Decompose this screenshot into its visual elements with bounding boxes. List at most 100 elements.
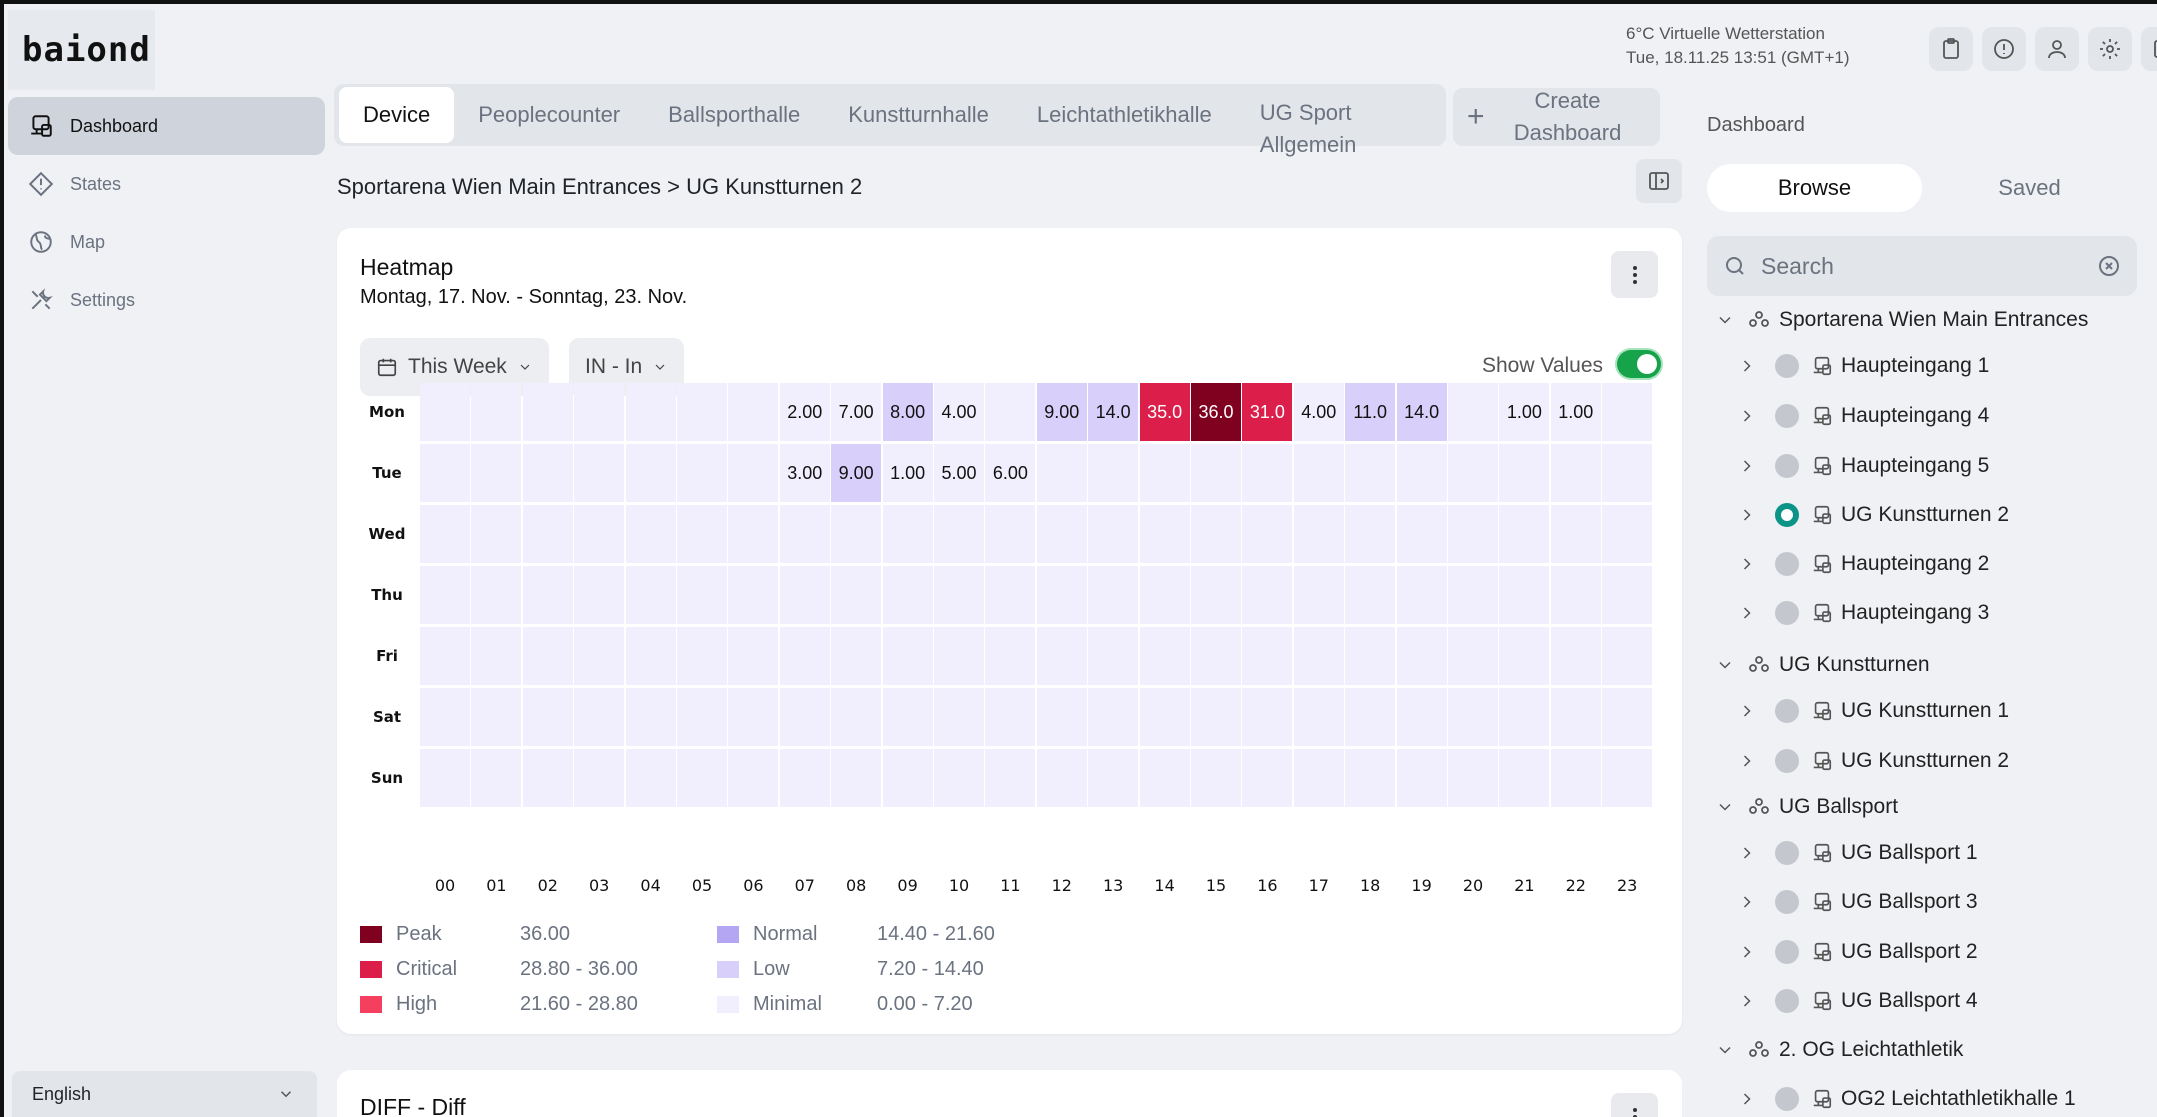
heatmap-cell[interactable] [1293,627,1344,685]
alerts-button[interactable] [1982,27,2026,71]
heatmap-cell[interactable] [728,627,779,685]
heatmap-cell[interactable] [471,688,522,746]
language-select[interactable]: English [12,1071,317,1117]
tree-device[interactable]: Haupteingang 1 [1737,346,1989,386]
heatmap-cell[interactable] [625,566,676,624]
heatmap-cell[interactable] [1036,627,1087,685]
heatmap-cell[interactable] [1499,444,1550,502]
tree-group[interactable]: Sportarena Wien Main Entrances [1715,300,2088,340]
heatmap-cell[interactable] [1396,749,1447,807]
heatmap-cell[interactable] [1602,566,1653,624]
heatmap-cell[interactable] [1088,444,1139,502]
tree-device[interactable]: UG Ballsport 4 [1737,981,1978,1021]
heatmap-cell[interactable] [1088,627,1139,685]
heatmap-cell[interactable] [420,444,470,502]
device-status-dot[interactable] [1775,354,1799,378]
tree-device[interactable]: OG2 Leichtathletikhalle 1 [1737,1079,2076,1117]
heatmap-cell[interactable] [1448,749,1498,807]
device-status-dot[interactable] [1775,749,1799,773]
heatmap-cell[interactable] [471,505,522,563]
device-status-dot[interactable] [1775,1087,1799,1111]
heatmap-cell[interactable] [831,627,882,685]
device-status-dot[interactable] [1775,404,1799,428]
heatmap-cell[interactable] [1448,383,1498,441]
heatmap-cell[interactable] [522,688,573,746]
heatmap-cell[interactable] [934,749,984,807]
heatmap-cell[interactable] [1345,627,1396,685]
heatmap-cell[interactable]: 6.00 [985,444,1036,502]
chevron-right-icon[interactable] [1737,505,1757,525]
heatmap-cell[interactable]: 14.0 [1088,383,1139,441]
tab-ug-sport-allgemein[interactable]: UG Sport Allgemein [1236,87,1357,157]
heatmap-cell[interactable] [1293,505,1344,563]
heatmap-cell[interactable] [1499,566,1550,624]
heatmap-cell[interactable] [779,688,830,746]
heatmap-cell[interactable]: 8.00 [882,383,933,441]
heatmap-cell[interactable] [1088,688,1139,746]
heatmap-cell[interactable] [1345,444,1396,502]
clipboard-button[interactable] [1929,27,1973,71]
heatmap-cell[interactable] [1448,444,1498,502]
heatmap-cell[interactable] [677,566,727,624]
heatmap-cell[interactable]: 3.00 [779,444,830,502]
heatmap-cell[interactable]: 2.00 [779,383,830,441]
chevron-right-icon[interactable] [1737,701,1757,721]
tab-ballsporthalle[interactable]: Ballsporthalle [644,87,824,143]
heatmap-cell[interactable]: 7.00 [831,383,882,441]
heatmap-cell[interactable] [1345,566,1396,624]
tree-device[interactable]: UG Ballsport 1 [1737,833,1978,873]
heatmap-cell[interactable] [1036,444,1087,502]
segment-browse[interactable]: Browse [1707,164,1922,212]
heatmap-cell[interactable] [522,566,573,624]
heatmap-cell[interactable] [1602,749,1653,807]
device-status-dot[interactable] [1775,454,1799,478]
chevron-right-icon[interactable] [1737,942,1757,962]
heatmap-cell[interactable] [1550,688,1601,746]
heatmap-cell[interactable] [1602,688,1653,746]
chevron-down-icon[interactable] [1715,797,1735,817]
heatmap-cell[interactable] [1550,566,1601,624]
card-menu-button[interactable] [1611,251,1658,298]
heatmap-cell[interactable] [1088,566,1139,624]
heatmap-cell[interactable] [1499,627,1550,685]
heatmap-cell[interactable] [420,627,470,685]
heatmap-cell[interactable]: 11.0 [1345,383,1396,441]
heatmap-cell[interactable] [1345,505,1396,563]
tree-device[interactable]: Haupteingang 2 [1737,544,1989,584]
heatmap-cell[interactable] [779,627,830,685]
heatmap-cell[interactable] [574,383,625,441]
chevron-right-icon[interactable] [1737,843,1757,863]
heatmap-cell[interactable] [420,383,470,441]
chevron-right-icon[interactable] [1737,406,1757,426]
tree-device[interactable]: UG Ballsport 3 [1737,882,1978,922]
heatmap-cell[interactable] [677,505,727,563]
chevron-right-icon[interactable] [1737,991,1757,1011]
card-menu-button[interactable] [1611,1093,1658,1117]
heatmap-cell[interactable] [420,566,470,624]
heatmap-cell[interactable] [1550,627,1601,685]
heatmap-cell[interactable] [1602,627,1653,685]
heatmap-cell[interactable] [1499,505,1550,563]
tree-group[interactable]: UG Kunstturnen [1715,645,1930,685]
chevron-right-icon[interactable] [1737,892,1757,912]
tab-kunstturnhalle[interactable]: Kunstturnhalle [824,87,1013,143]
device-status-dot[interactable] [1775,552,1799,576]
heatmap-cell[interactable] [1345,688,1396,746]
heatmap-cell[interactable]: 4.00 [934,383,984,441]
heatmap-cell[interactable] [677,688,727,746]
heatmap-cell[interactable]: 1.00 [1499,383,1550,441]
heatmap-cell[interactable] [625,383,676,441]
logout-button[interactable] [2141,27,2157,71]
profile-button[interactable] [2035,27,2079,71]
heatmap-cell[interactable] [1345,749,1396,807]
heatmap-cell[interactable] [1139,749,1190,807]
tree-device[interactable]: Haupteingang 5 [1737,446,1989,486]
chevron-down-icon[interactable] [1715,310,1735,330]
heatmap-cell[interactable] [1242,688,1293,746]
heatmap-cell[interactable] [471,444,522,502]
tree-device[interactable]: Haupteingang 3 [1737,593,1989,633]
heatmap-cell[interactable] [574,688,625,746]
heatmap-cell[interactable] [831,688,882,746]
heatmap-cell[interactable] [1139,627,1190,685]
heatmap-cell[interactable] [574,627,625,685]
